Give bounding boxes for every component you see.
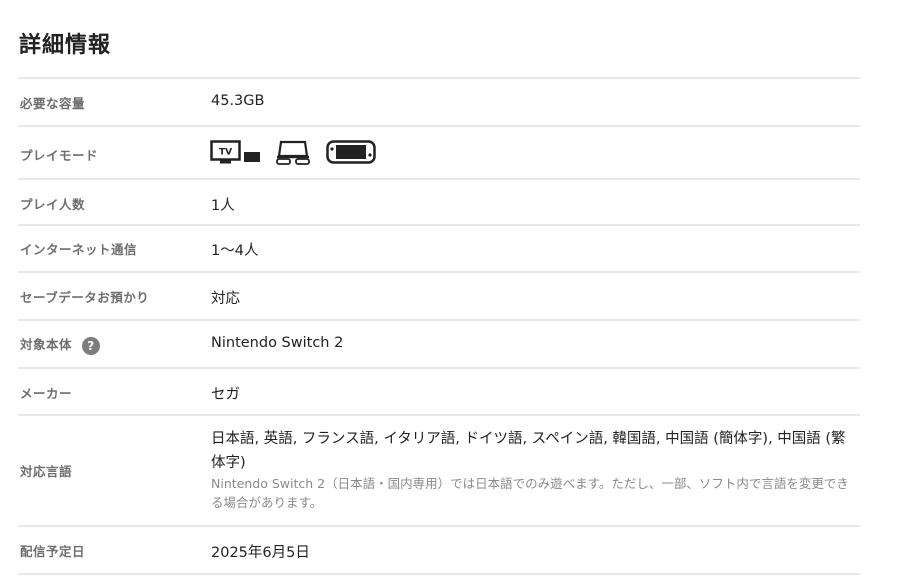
row-divider [18,367,860,369]
target-label: 対象本体 [20,337,73,352]
target-value: Nintendo Switch 2 [211,335,344,351]
tv-mode-icon: TV [210,140,260,164]
row-divider [18,224,860,226]
save-data-value: 対応 [211,291,240,307]
row-divider [18,319,860,321]
players-value: 1人 [211,198,235,214]
handheld-mode-icon [326,140,376,164]
release-label: 配信予定日 [20,544,86,559]
save-data-label: セーブデータお預かり [20,290,150,305]
svg-text:TV: TV [219,148,232,158]
row-divider [18,525,860,527]
players-label: プレイ人数 [20,197,86,212]
help-icon[interactable]: ? [82,336,101,355]
section-title: 詳細情報 [19,33,112,58]
row-divider [18,178,860,180]
languages-value: 日本語, 英語, フランス語, イタリア語, ドイツ語, スペイン語, 韓国語,… [211,431,846,471]
row-divider [18,414,860,416]
target-label-group: 対象本体? [20,334,101,355]
online-value: 1〜4人 [211,243,259,259]
row-divider [18,77,860,79]
play-mode-label: プレイモード [20,148,99,163]
tabletop-mode-icon [276,140,310,165]
row-divider [18,271,860,273]
languages-label: 対応言語 [20,464,73,479]
maker-value: セガ [211,387,240,403]
maker-label: メーカー [20,386,73,401]
row-divider [18,573,860,575]
languages-note: Nintendo Switch 2（日本語・国内専用）では日本語でのみ遊べます。… [211,476,849,510]
row-divider [18,125,860,127]
capacity-value: 45.3GB [211,93,265,109]
capacity-label: 必要な容量 [20,96,86,111]
online-label: インターネット通信 [20,242,138,257]
release-value: 2025年6月5日 [211,545,310,561]
